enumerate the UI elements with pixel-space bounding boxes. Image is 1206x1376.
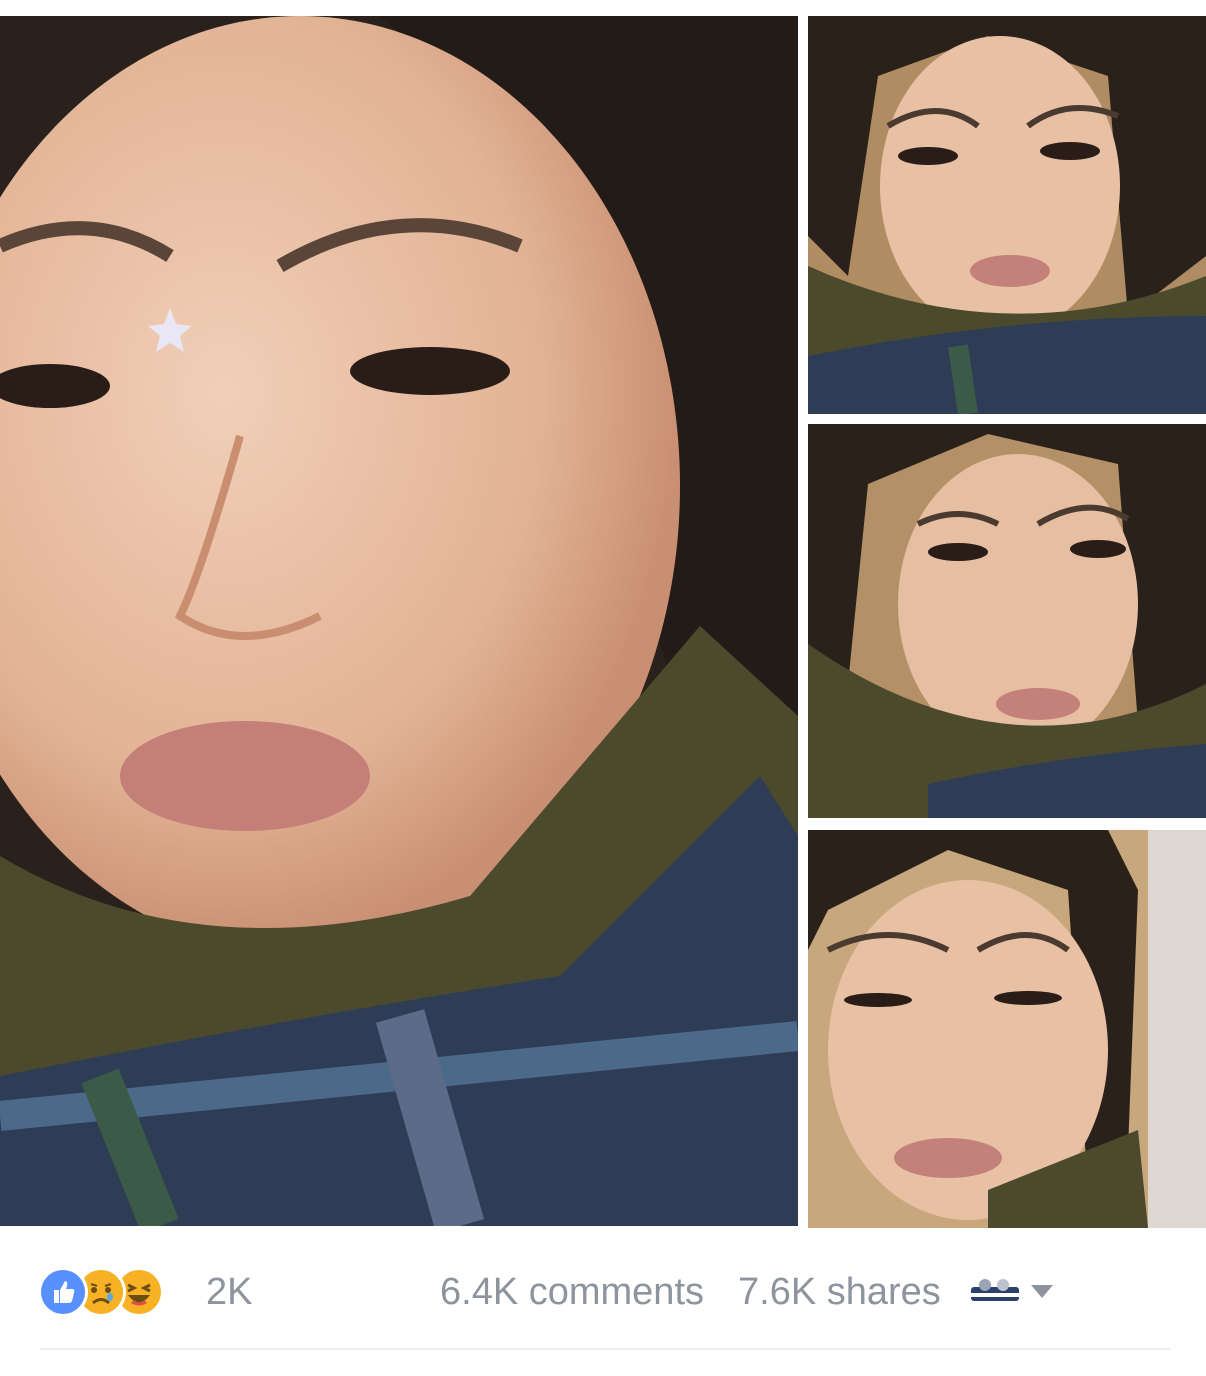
thumbnail-3[interactable] [808, 830, 1206, 1228]
reaction-count[interactable]: 2K [206, 1270, 252, 1314]
audience-selector[interactable] [969, 1277, 1053, 1307]
audience-selector-icon [970, 1279, 1019, 1301]
caret-down-icon [1030, 1285, 1053, 1298]
main-photo[interactable] [0, 16, 798, 1226]
footer-divider [40, 1348, 1170, 1350]
comments-count[interactable]: 6.4K comments [440, 1270, 704, 1314]
like-icon [38, 1267, 88, 1317]
shares-count[interactable]: 7.6K shares [738, 1270, 941, 1314]
thumbnail-1[interactable] [808, 16, 1206, 414]
photo-collage [0, 0, 1206, 1232]
reaction-icons[interactable] [38, 1266, 164, 1318]
thumbnail-2[interactable] [808, 424, 1206, 818]
post-stats: 6.4K comments 7.6K shares [440, 1270, 1053, 1314]
